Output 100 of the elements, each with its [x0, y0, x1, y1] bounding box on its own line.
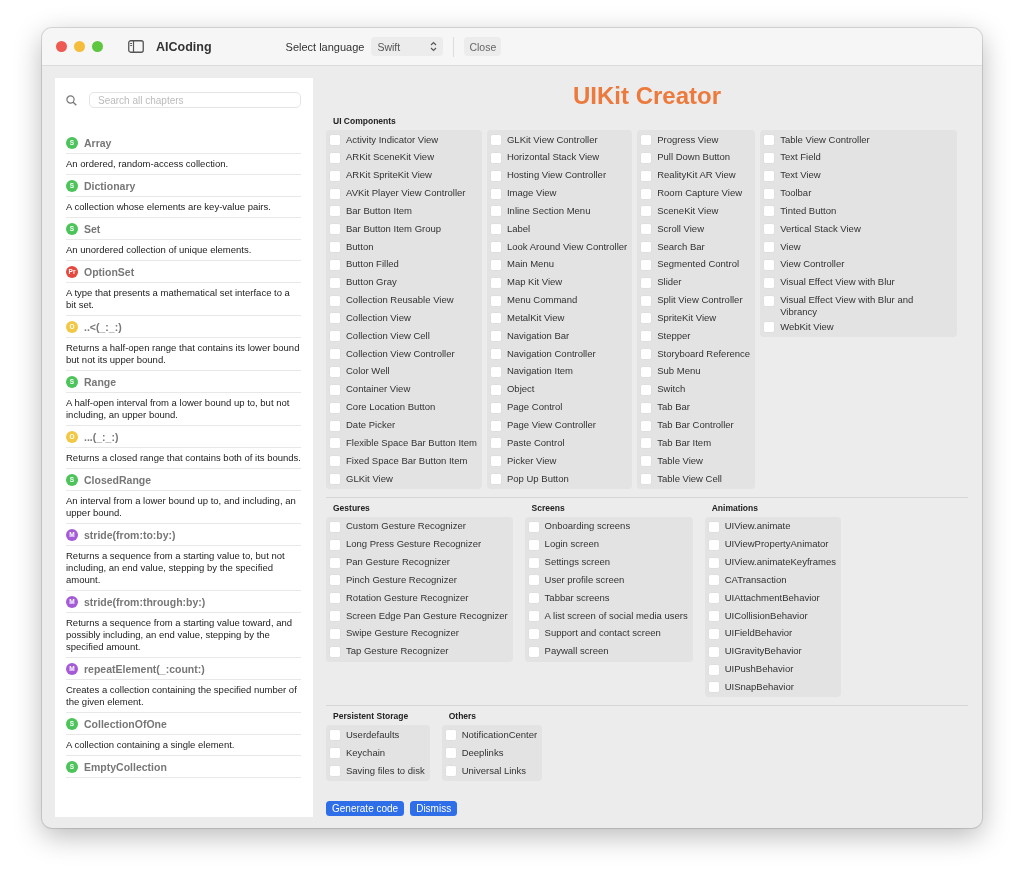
checkbox[interactable] — [640, 187, 653, 200]
checkbox[interactable] — [707, 574, 720, 587]
checkbox[interactable] — [640, 151, 653, 164]
checkbox[interactable] — [707, 592, 720, 605]
checkbox[interactable] — [640, 365, 653, 378]
checkbox[interactable] — [329, 223, 341, 236]
checkbox[interactable] — [329, 574, 341, 587]
checkbox[interactable] — [640, 401, 653, 414]
checkbox[interactable] — [640, 241, 653, 254]
checkbox[interactable] — [640, 169, 653, 182]
checkbox[interactable] — [527, 610, 540, 623]
checkbox[interactable] — [329, 520, 341, 533]
zoom-window-button[interactable] — [92, 41, 103, 52]
checkbox[interactable] — [329, 473, 341, 486]
checkbox[interactable] — [329, 729, 341, 742]
checkbox[interactable] — [489, 205, 502, 218]
checkbox[interactable] — [329, 348, 341, 361]
checkbox[interactable] — [763, 134, 776, 146]
checkbox[interactable] — [527, 645, 540, 658]
checkbox[interactable] — [763, 151, 776, 164]
checkbox[interactable] — [640, 473, 653, 486]
checkbox[interactable] — [489, 330, 502, 343]
checkbox[interactable] — [640, 134, 653, 146]
checkbox[interactable] — [763, 241, 776, 254]
checkbox[interactable] — [329, 151, 341, 164]
checkbox[interactable] — [329, 645, 341, 658]
checkbox[interactable] — [640, 348, 653, 361]
checkbox[interactable] — [527, 538, 540, 551]
minimize-window-button[interactable] — [74, 41, 85, 52]
checkbox[interactable] — [640, 455, 653, 468]
checkbox[interactable] — [489, 312, 502, 325]
checkbox[interactable] — [763, 205, 776, 218]
checkbox[interactable] — [707, 663, 720, 676]
checkbox[interactable] — [329, 747, 341, 760]
checkbox[interactable] — [329, 312, 341, 325]
action-button[interactable]: Generate code — [326, 800, 405, 816]
checkbox[interactable] — [640, 383, 653, 396]
checkbox[interactable] — [329, 556, 341, 569]
checkbox[interactable] — [707, 627, 720, 640]
action-button[interactable]: Dismiss — [410, 800, 458, 816]
checkbox[interactable] — [329, 419, 341, 432]
checkbox[interactable] — [707, 681, 720, 694]
checkbox[interactable] — [329, 294, 341, 307]
checkbox[interactable] — [489, 187, 502, 200]
checkbox[interactable] — [640, 258, 653, 271]
checkbox[interactable] — [489, 151, 502, 164]
checkbox[interactable] — [763, 276, 776, 289]
checkbox[interactable] — [527, 520, 540, 533]
checkbox[interactable] — [329, 134, 341, 146]
checkbox[interactable] — [640, 312, 653, 325]
close-button[interactable]: Close — [464, 37, 502, 56]
checkbox[interactable] — [489, 473, 502, 486]
checkbox[interactable] — [329, 365, 341, 378]
checkbox[interactable] — [707, 556, 720, 569]
checkbox[interactable] — [329, 241, 341, 254]
checkbox[interactable] — [329, 765, 341, 777]
checkbox[interactable] — [329, 258, 341, 271]
checkbox[interactable] — [707, 538, 720, 551]
checkbox[interactable] — [489, 241, 502, 254]
checkbox[interactable] — [329, 330, 341, 343]
checkbox[interactable] — [640, 276, 653, 289]
checkbox[interactable] — [329, 187, 341, 200]
checkbox[interactable] — [489, 401, 502, 414]
checkbox[interactable] — [489, 134, 502, 146]
checkbox[interactable] — [640, 223, 653, 236]
sidebar-toggle-icon[interactable] — [128, 40, 144, 53]
checkbox[interactable] — [707, 610, 720, 623]
checkbox[interactable] — [640, 294, 653, 307]
checkbox[interactable] — [763, 294, 776, 307]
checkbox[interactable] — [763, 258, 776, 271]
language-select[interactable]: Swift — [371, 37, 444, 56]
checkbox[interactable] — [763, 321, 776, 334]
checkbox[interactable] — [527, 574, 540, 587]
checkbox[interactable] — [489, 276, 502, 289]
checkbox[interactable] — [329, 437, 341, 450]
checkbox[interactable] — [444, 729, 457, 742]
checkbox[interactable] — [640, 330, 653, 343]
checkbox[interactable] — [329, 169, 341, 182]
checkbox[interactable] — [329, 205, 341, 218]
checkbox[interactable] — [489, 294, 502, 307]
checkbox[interactable] — [329, 592, 341, 605]
checkbox[interactable] — [707, 645, 720, 658]
checkbox[interactable] — [489, 437, 502, 450]
checkbox[interactable] — [329, 383, 341, 396]
checkbox[interactable] — [489, 169, 502, 182]
checkbox[interactable] — [489, 419, 502, 432]
checkbox[interactable] — [640, 419, 653, 432]
checkbox[interactable] — [329, 401, 341, 414]
checkbox[interactable] — [489, 223, 502, 236]
checkbox[interactable] — [329, 610, 341, 623]
checkbox[interactable] — [489, 383, 502, 396]
checkbox[interactable] — [489, 365, 502, 378]
checkbox[interactable] — [640, 205, 653, 218]
checkbox[interactable] — [763, 169, 776, 182]
checkbox[interactable] — [489, 348, 502, 361]
checkbox[interactable] — [763, 223, 776, 236]
close-window-button[interactable] — [56, 41, 67, 52]
checkbox[interactable] — [329, 627, 341, 640]
search-field[interactable]: Search all chapters — [89, 92, 301, 108]
checkbox[interactable] — [527, 627, 540, 640]
